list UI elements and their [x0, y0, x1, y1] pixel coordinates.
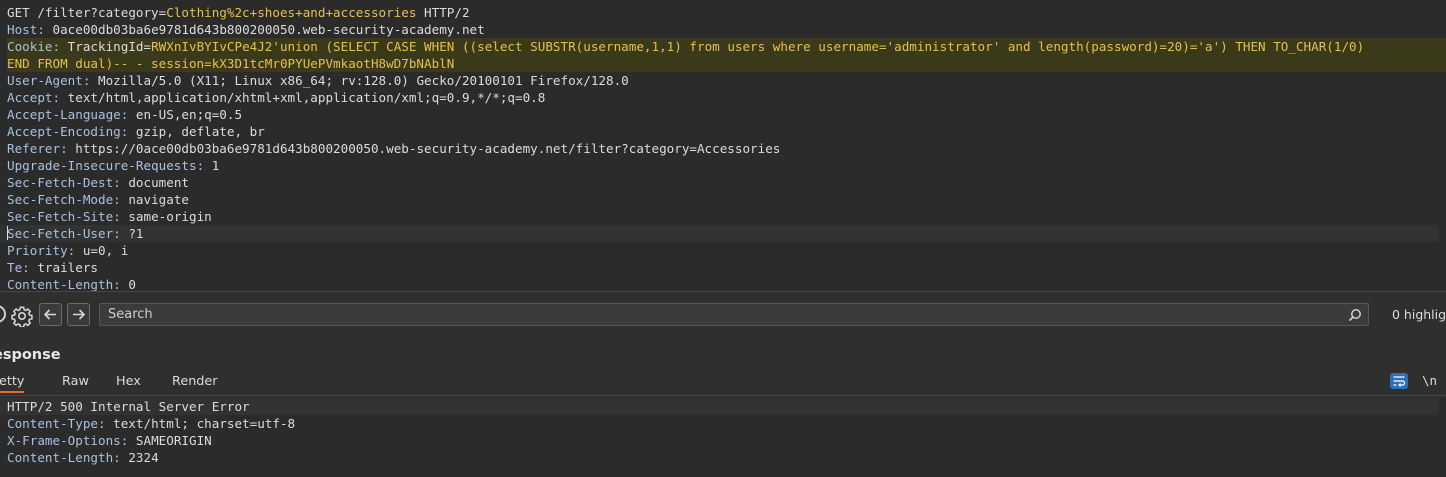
highlights-count: 0 highligh	[1392, 307, 1446, 322]
arrow-right-icon	[73, 309, 86, 320]
next-match-button[interactable]	[67, 303, 90, 326]
previous-match-button[interactable]	[39, 303, 62, 326]
category-param-value: Clothing%2c+shoes+and+accessories	[166, 5, 417, 20]
header-line-sec-fetch-mode[interactable]: Sec-Fetch-Mode: navigate	[7, 191, 1446, 208]
header-line-priority[interactable]: Priority: u=0, i	[7, 242, 1446, 259]
header-value: 0ace00db03ba6e9781d643b800200050.web-sec…	[52, 22, 485, 37]
header-value: https://0ace00db03ba6e9781d643b800200050…	[75, 141, 781, 156]
header-value: en-US,en;q=0.5	[135, 107, 243, 122]
cookie-payload: RWXnIvBYIvCPe4J2'union (SELECT CASE WHEN…	[151, 39, 1365, 54]
header-value: same-origin	[128, 209, 212, 224]
header-name: User-Agent	[7, 73, 83, 88]
header-name: Sec-Fetch-Mode	[7, 192, 114, 207]
header-line-accept-encoding[interactable]: Accept-Encoding: gzip, deflate, br	[7, 123, 1446, 140]
tab-divider	[0, 395, 1446, 396]
header-name: Content-Type	[7, 416, 98, 431]
request-editor[interactable]: GET /filter?category=Clothing%2c+shoes+a…	[0, 0, 1446, 291]
arrow-left-icon	[43, 309, 56, 320]
response-title: esponse	[0, 347, 61, 363]
header-line-host[interactable]: Host: 0ace00db03ba6e9781d643b800200050.w…	[7, 21, 1446, 38]
response-header-content-length[interactable]: Content-Length: 2324	[7, 449, 1446, 466]
header-name: Host	[7, 22, 38, 37]
response-header-content-type[interactable]: Content-Type: text/html; charset=utf-8	[7, 415, 1446, 432]
header-name: Sec-Fetch-Site	[7, 209, 114, 224]
header-line-cookie[interactable]: Cookie: TrackingId=RWXnIvBYIvCPe4J2'unio…	[7, 38, 1446, 55]
header-value: TrackingId=	[67, 39, 152, 54]
search-icon[interactable]	[1348, 308, 1362, 322]
response-status-line[interactable]: HTTP/2 500 Internal Server Error	[0, 398, 1439, 415]
header-value: Mozilla/5.0 (X11; Linux x86_64; rv:128.0…	[98, 73, 629, 88]
status-line-text: HTTP/2 500 Internal Server Error	[7, 399, 250, 414]
header-value: u=0, i	[82, 243, 129, 258]
help-icon[interactable]	[0, 305, 6, 323]
header-value: SAMEORIGIN	[135, 433, 212, 448]
search-toolbar: 0 highligh	[0, 291, 1446, 339]
header-name: Accept-Language	[7, 107, 121, 122]
header-line-cookie-wrap[interactable]: END FROM dual)-- - session=kX3D1tcMr0PYU…	[7, 55, 1446, 72]
header-value: trailers	[37, 260, 99, 275]
request-method-path: GET /filter?category=	[7, 5, 167, 20]
header-line-user-agent[interactable]: User-Agent: Mozilla/5.0 (X11; Linux x86_…	[7, 72, 1446, 89]
header-name: Upgrade-Insecure-Requests	[7, 158, 197, 173]
header-value: navigate	[128, 192, 189, 207]
header-value: 1	[211, 158, 220, 173]
header-name: Content-Length	[7, 277, 114, 291]
word-wrap-toggle[interactable]	[1390, 373, 1408, 389]
header-value: gzip, deflate, br	[135, 124, 265, 139]
header-name: Accept-Encoding	[7, 124, 121, 139]
tab-hex[interactable]: Hex	[116, 374, 141, 389]
search-input[interactable]	[100, 304, 1340, 325]
header-line-sec-fetch-user[interactable]: Sec-Fetch-User: ?1	[0, 225, 1439, 242]
header-value: 2324	[128, 450, 159, 465]
header-name: Content-Length	[7, 450, 114, 465]
header-name: Accept	[7, 90, 53, 105]
header-value: text/html,application/xhtml+xml,applicat…	[67, 90, 546, 105]
tab-render[interactable]: Render	[172, 374, 218, 389]
header-value: text/html; charset=utf-8	[113, 416, 296, 431]
header-name: Sec-Fetch-User	[7, 226, 114, 241]
header-line-content-length[interactable]: Content-Length: 0	[7, 276, 1446, 291]
response-header-x-frame-options[interactable]: X-Frame-Options: SAMEORIGIN	[7, 432, 1446, 449]
header-value: ?1	[128, 226, 144, 241]
show-newlines-toggle[interactable]: \n	[1422, 373, 1437, 388]
request-line[interactable]: GET /filter?category=Clothing%2c+shoes+a…	[7, 4, 1446, 21]
header-line-sec-fetch-site[interactable]: Sec-Fetch-Site: same-origin	[7, 208, 1446, 225]
header-line-referer[interactable]: Referer: https://0ace00db03ba6e9781d643b…	[7, 140, 1446, 157]
header-line-te[interactable]: Te: trailers	[7, 259, 1446, 276]
gear-icon[interactable]	[11, 305, 33, 327]
word-wrap-icon	[1393, 376, 1406, 387]
header-name: Te	[7, 260, 23, 275]
header-value: document	[128, 175, 189, 190]
header-line-upgrade-insecure[interactable]: Upgrade-Insecure-Requests: 1	[7, 157, 1446, 174]
tab-raw[interactable]: Raw	[62, 374, 89, 389]
header-name: Priority	[7, 243, 68, 258]
header-line-accept-language[interactable]: Accept-Language: en-US,en;q=0.5	[7, 106, 1446, 123]
search-box	[99, 303, 1369, 326]
header-line-accept[interactable]: Accept: text/html,application/xhtml+xml,…	[7, 89, 1446, 106]
response-editor[interactable]: HTTP/2 500 Internal Server Error Content…	[0, 397, 1446, 477]
cookie-payload-continued: END FROM dual)-- - session=kX3D1tcMr0PYU…	[7, 56, 455, 71]
header-name: Referer	[7, 141, 61, 156]
header-name: X-Frame-Options	[7, 433, 121, 448]
tab-pretty[interactable]: retty	[0, 374, 25, 393]
header-line-sec-fetch-dest[interactable]: Sec-Fetch-Dest: document	[7, 174, 1446, 191]
header-name: Sec-Fetch-Dest	[7, 175, 114, 190]
response-panel-header: esponse retty Raw Hex Render \n	[0, 339, 1446, 397]
header-value: 0	[128, 277, 136, 291]
header-name: Cookie	[7, 39, 53, 54]
request-protocol: HTTP/2	[416, 5, 470, 20]
